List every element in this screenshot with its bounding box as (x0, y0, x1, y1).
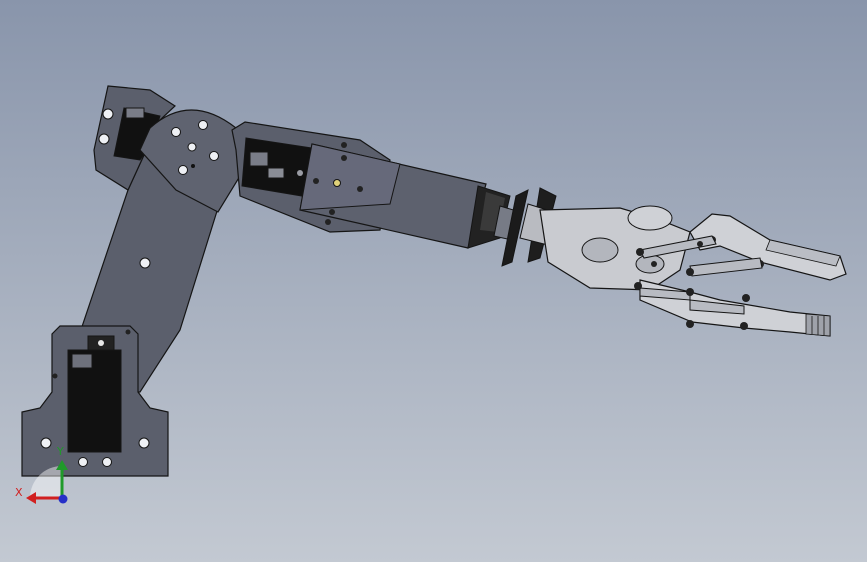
robot-arm-model[interactable] (0, 0, 867, 562)
wrist-housing[interactable] (299, 143, 487, 249)
y-axis-label: Y (57, 445, 64, 458)
gripper-assembly[interactable] (539, 205, 847, 337)
base-servo (67, 335, 122, 453)
cad-viewport[interactable]: Y X (0, 0, 867, 562)
elbow-servo (241, 137, 313, 197)
x-axis-label: X (15, 486, 23, 499)
